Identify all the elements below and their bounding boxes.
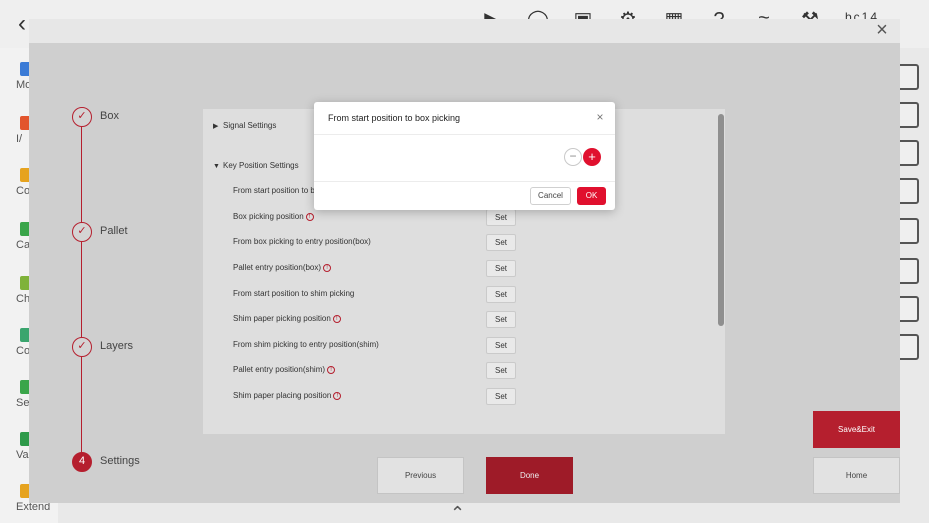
position-row: Pallet entry position(box)!: [233, 263, 523, 272]
check-icon: ✓: [72, 107, 92, 127]
chevron-up-icon[interactable]: ⌃: [450, 503, 465, 523]
position-row: From box picking to entry position(box): [233, 237, 371, 246]
set-button[interactable]: Set: [486, 362, 516, 379]
add-point-button[interactable]: +: [583, 148, 601, 166]
set-button[interactable]: Set: [486, 260, 516, 277]
caret-right-icon: ▶: [213, 123, 219, 130]
position-row: From shim picking to entry position(shim…: [233, 340, 379, 349]
set-button[interactable]: Set: [486, 311, 516, 328]
palletizing-wizard-window: × ✓ Box ✓ Pallet ✓ Layers 4 Settings ▶ Si…: [29, 19, 900, 503]
caret-down-icon: ▼: [213, 163, 220, 170]
set-button[interactable]: Set: [486, 337, 516, 354]
step-label: Settings: [100, 455, 140, 467]
remove-point-button[interactable]: −: [564, 148, 582, 166]
save-exit-button[interactable]: Save&Exit: [813, 411, 900, 448]
info-icon[interactable]: !: [332, 314, 341, 323]
window-titlebar: ×: [29, 19, 900, 43]
set-button[interactable]: Set: [486, 209, 516, 226]
back-arrow-icon[interactable]: ‹: [18, 10, 26, 38]
step-connector: [81, 127, 82, 232]
position-row: Shim paper placing position!: [233, 391, 523, 400]
position-dialog: From start position to box picking × − +…: [314, 102, 615, 210]
done-button[interactable]: Done: [486, 457, 573, 494]
scrollbar-thumb[interactable]: [718, 114, 724, 326]
step-label: Pallet: [100, 225, 128, 237]
info-icon[interactable]: !: [305, 212, 314, 221]
set-button[interactable]: Set: [486, 234, 516, 251]
position-row: Box picking position!: [233, 212, 523, 221]
divider: [314, 134, 615, 135]
divider: [314, 181, 615, 182]
step-label: Layers: [100, 340, 134, 352]
set-button[interactable]: Set: [486, 286, 516, 303]
cancel-button[interactable]: Cancel: [530, 187, 571, 205]
info-icon[interactable]: !: [323, 263, 332, 272]
step-connector: [81, 242, 82, 347]
check-icon: ✓: [72, 222, 92, 242]
home-button[interactable]: Home: [813, 457, 900, 494]
previous-button[interactable]: Previous: [377, 457, 464, 494]
info-icon[interactable]: !: [327, 365, 336, 374]
set-button[interactable]: Set: [486, 388, 516, 405]
close-icon[interactable]: ×: [872, 20, 892, 41]
info-icon[interactable]: !: [333, 391, 342, 400]
position-row: Shim paper picking position!: [233, 314, 523, 323]
position-row: From start position to shim picking: [233, 289, 355, 298]
key-position-settings-section[interactable]: ▼ Key Position Settings: [213, 161, 299, 170]
step-number: 4: [72, 452, 92, 472]
dialog-title: From start position to box picking: [328, 113, 461, 123]
step-label: Box: [100, 110, 119, 122]
ok-button[interactable]: OK: [577, 187, 606, 205]
step-connector: [81, 357, 82, 462]
check-icon: ✓: [72, 337, 92, 357]
signal-settings-section[interactable]: ▶ Signal Settings: [213, 121, 276, 130]
close-icon[interactable]: ×: [594, 111, 606, 123]
position-row: Pallet entry position(shim)!: [233, 365, 523, 374]
